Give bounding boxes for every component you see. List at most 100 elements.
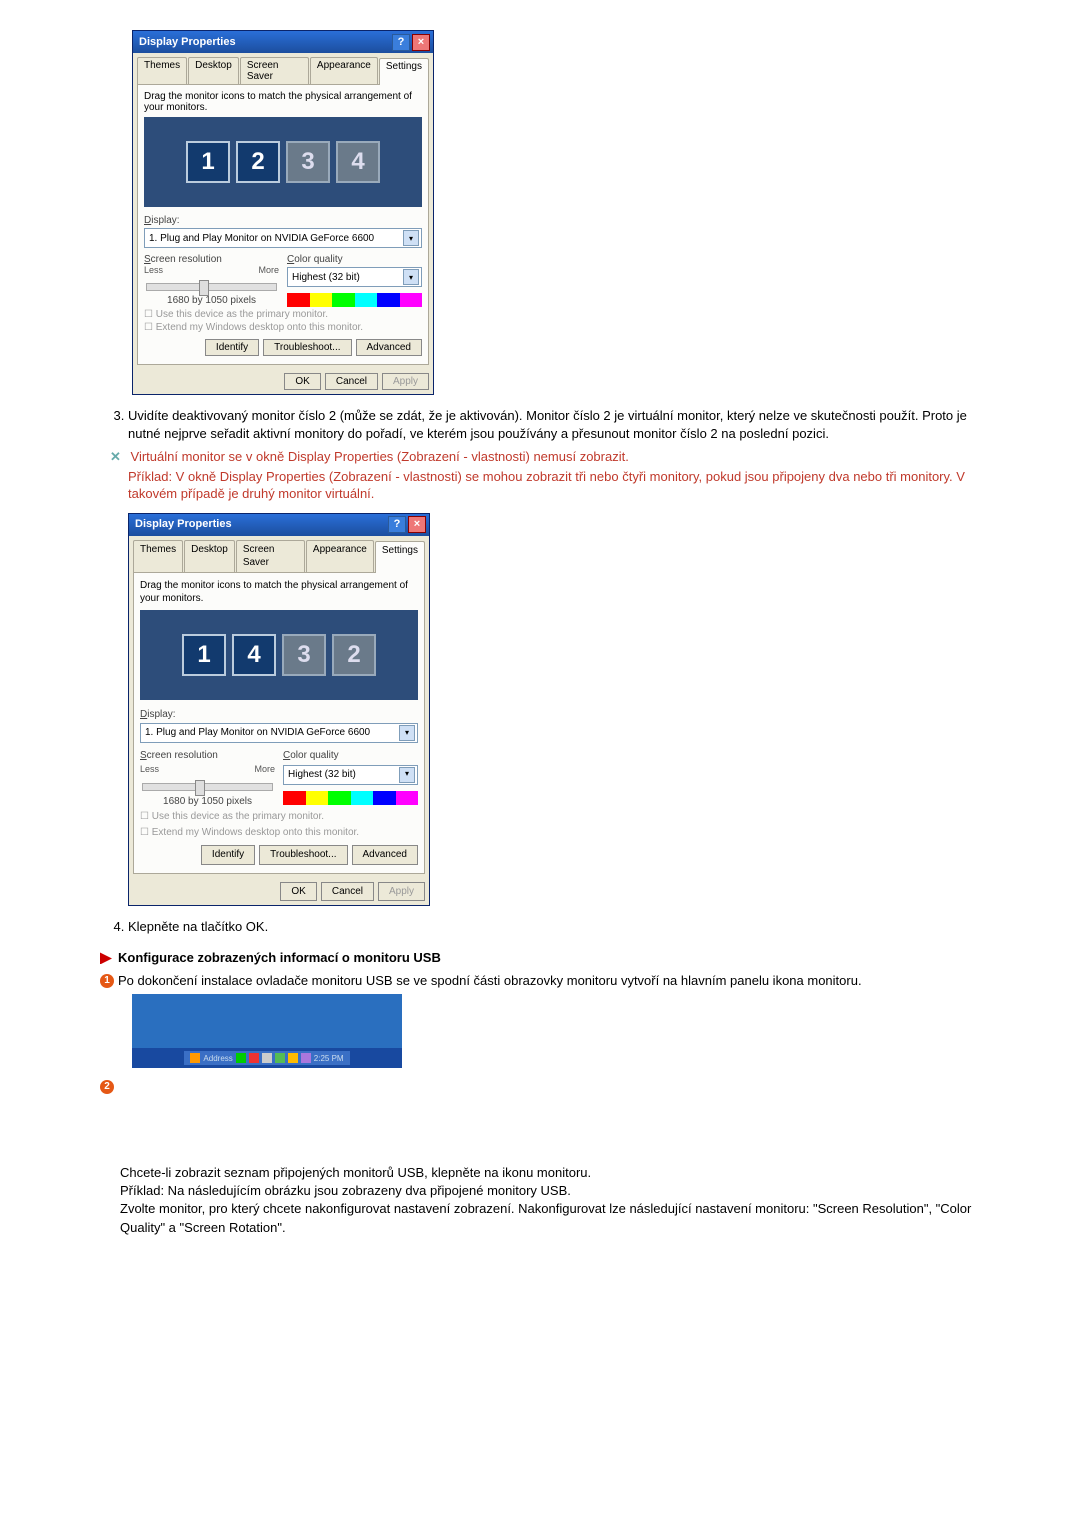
dialog-title: Display Properties xyxy=(139,36,236,48)
tray-icon xyxy=(301,1053,311,1063)
step-4: Klepněte na tlačítko OK. xyxy=(128,918,990,936)
color-preview xyxy=(287,293,422,307)
note-line-2: Příklad: V okně Display Properties (Zobr… xyxy=(128,468,990,503)
tab-screensaver[interactable]: Screen Saver xyxy=(240,57,309,84)
tray-icon xyxy=(275,1053,285,1063)
monitor-layout[interactable]: 1 4 3 2 xyxy=(140,610,418,700)
bullet-1: 1Po dokončení instalace ovladače monitor… xyxy=(100,973,990,989)
tray-icon xyxy=(262,1053,272,1063)
cancel-button[interactable]: Cancel xyxy=(321,882,374,902)
para-2b: Příklad: Na následujícím obrázku jsou zo… xyxy=(120,1182,990,1200)
color-preview xyxy=(283,791,418,805)
tabstrip: Themes Desktop Screen Saver Appearance S… xyxy=(133,53,433,84)
advanced-button[interactable]: Advanced xyxy=(352,845,418,865)
tray-icon xyxy=(288,1053,298,1063)
display-properties-dialog-1: Display Properties ? × Themes Desktop Sc… xyxy=(132,30,434,395)
color-quality-label: Color quality xyxy=(283,749,418,763)
para-2a: Chcete-li zobrazit seznam připojených mo… xyxy=(120,1164,990,1182)
resolution-slider[interactable] xyxy=(146,283,277,291)
taskbar-tray: Address 2:25 PM xyxy=(184,1051,349,1065)
monitor-4[interactable]: 4 xyxy=(336,141,380,183)
chevron-down-icon: ▾ xyxy=(403,269,419,285)
monitor-3[interactable]: 3 xyxy=(286,141,330,183)
chevron-down-icon: ▾ xyxy=(403,230,419,246)
display-label: Display: xyxy=(140,708,418,722)
note-line-1: Virtuální monitor se v okně Display Prop… xyxy=(131,449,629,464)
tab-settings[interactable]: Settings xyxy=(379,58,429,85)
resolution-value: 1680 by 1050 pixels xyxy=(140,795,275,809)
number-circle-1: 1 xyxy=(100,974,114,988)
screen-resolution-label: Screen resolution xyxy=(140,749,275,763)
tab-themes[interactable]: Themes xyxy=(133,540,183,572)
tab-screensaver[interactable]: Screen Saver xyxy=(236,540,305,572)
titlebar: Display Properties ? × xyxy=(133,31,433,53)
taskbar-screenshot: Address 2:25 PM xyxy=(132,994,402,1068)
monitor-3[interactable]: 3 xyxy=(282,634,326,676)
display-dropdown[interactable]: 1. Plug and Play Monitor on NVIDIA GeFor… xyxy=(144,228,422,248)
color-quality-dropdown[interactable]: Highest (32 bit) ▾ xyxy=(283,765,418,785)
taskbar-address: Address xyxy=(203,1054,232,1063)
tray-icon xyxy=(236,1053,246,1063)
cancel-button[interactable]: Cancel xyxy=(325,373,378,390)
display-label: Display: xyxy=(144,215,422,226)
ok-button[interactable]: OK xyxy=(280,882,316,902)
arrow-icon xyxy=(100,952,112,964)
screen-resolution-label: Screen resolution xyxy=(144,254,279,265)
less-label: Less xyxy=(144,265,163,275)
resolution-value: 1680 by 1050 pixels xyxy=(144,295,279,306)
monitor-2[interactable]: 2 xyxy=(236,141,280,183)
help-icon[interactable]: ? xyxy=(388,516,406,533)
chevron-down-icon: ▾ xyxy=(399,767,415,783)
display-dropdown[interactable]: 1. Plug and Play Monitor on NVIDIA GeFor… xyxy=(140,723,418,743)
tab-appearance[interactable]: Appearance xyxy=(310,57,378,84)
close-icon[interactable]: × xyxy=(408,516,426,533)
identify-button[interactable]: Identify xyxy=(205,339,259,356)
section-heading: Konfigurace zobrazených informací o moni… xyxy=(100,950,990,965)
paragraph-block: Chcete-li zobrazit seznam připojených mo… xyxy=(120,1164,990,1237)
monitor-1[interactable]: 1 xyxy=(186,141,230,183)
step-3: Uvidíte deaktivovaný monitor číslo 2 (mů… xyxy=(128,407,990,906)
dialog-title: Display Properties xyxy=(135,517,232,532)
resolution-slider[interactable] xyxy=(142,783,273,791)
monitor-layout[interactable]: 1 2 3 4 xyxy=(144,117,422,207)
troubleshoot-button[interactable]: Troubleshoot... xyxy=(263,339,351,356)
tab-appearance[interactable]: Appearance xyxy=(306,540,374,572)
slider-thumb[interactable] xyxy=(199,280,209,296)
para-2c: Zvolte monitor, pro který chcete nakonfi… xyxy=(120,1200,990,1236)
monitor-2[interactable]: 2 xyxy=(332,634,376,676)
note-icon: ✕ xyxy=(110,449,121,464)
color-quality-value: Highest (32 bit) xyxy=(292,272,360,283)
display-dropdown-value: 1. Plug and Play Monitor on NVIDIA GeFor… xyxy=(145,726,370,740)
color-quality-label: Color quality xyxy=(287,254,422,265)
monitor-4[interactable]: 4 xyxy=(232,634,276,676)
monitor-1[interactable]: 1 xyxy=(182,634,226,676)
tab-desktop[interactable]: Desktop xyxy=(184,540,235,572)
drag-instruction: Drag the monitor icons to match the phys… xyxy=(144,91,422,113)
primary-monitor-checkbox: ☐ Use this device as the primary monitor… xyxy=(144,309,422,320)
extend-desktop-checkbox: ☐ Extend my Windows desktop onto this mo… xyxy=(144,322,422,333)
advanced-button[interactable]: Advanced xyxy=(356,339,422,356)
tab-desktop[interactable]: Desktop xyxy=(188,57,239,84)
titlebar: Display Properties ? × xyxy=(129,514,429,536)
display-dropdown-value: 1. Plug and Play Monitor on NVIDIA GeFor… xyxy=(149,233,374,244)
extend-desktop-checkbox: ☐ Extend my Windows desktop onto this mo… xyxy=(140,826,418,840)
help-icon[interactable]: ? xyxy=(392,34,410,51)
tab-settings[interactable]: Settings xyxy=(375,541,425,573)
more-label: More xyxy=(258,265,279,275)
troubleshoot-button[interactable]: Troubleshoot... xyxy=(259,845,347,865)
chevron-down-icon: ▾ xyxy=(399,725,415,741)
ok-button[interactable]: OK xyxy=(284,373,320,390)
tray-icon xyxy=(249,1053,259,1063)
bullet-2-marker: 2 xyxy=(100,1078,990,1094)
apply-button: Apply xyxy=(378,882,425,902)
number-circle-2: 2 xyxy=(100,1080,114,1094)
drag-instruction: Drag the monitor icons to match the phys… xyxy=(140,579,418,606)
display-properties-dialog-2: Display Properties ? × Themes Desktop Sc… xyxy=(128,513,430,907)
taskbar-clock: 2:25 PM xyxy=(314,1054,344,1063)
color-quality-dropdown[interactable]: Highest (32 bit) ▾ xyxy=(287,267,422,287)
tab-themes[interactable]: Themes xyxy=(137,57,187,84)
apply-button: Apply xyxy=(382,373,429,390)
close-icon[interactable]: × xyxy=(412,34,430,51)
tray-icon xyxy=(190,1053,200,1063)
identify-button[interactable]: Identify xyxy=(201,845,255,865)
